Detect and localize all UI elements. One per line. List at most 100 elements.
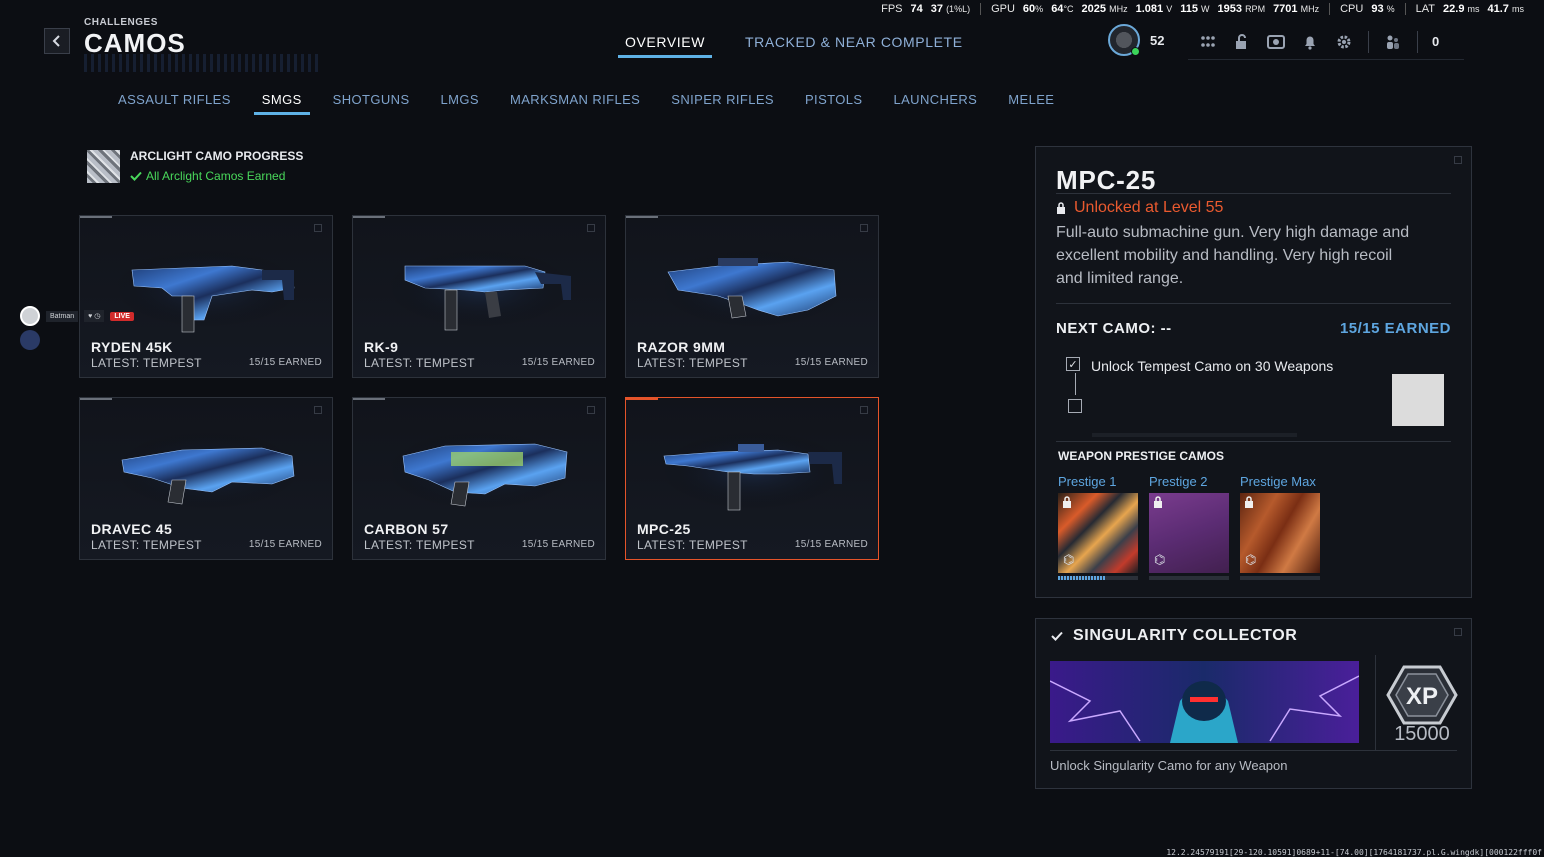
- tab-tracked[interactable]: TRACKED & NEAR COMPLETE: [738, 34, 970, 58]
- cpu-label: CPU: [1340, 3, 1364, 15]
- gear-icon[interactable]: [1334, 32, 1354, 52]
- viewer-avatar: [20, 330, 40, 350]
- singularity-header: SINGULARITY COLLECTOR: [1051, 627, 1297, 645]
- heart-icon: ♥ ◷: [84, 310, 105, 322]
- tab-overview[interactable]: OVERVIEW: [618, 34, 713, 58]
- bell-icon[interactable]: [1300, 32, 1320, 52]
- arclight-title: ARCLIGHT CAMO PROGRESS: [130, 149, 304, 163]
- xp-reward: 15000: [1394, 723, 1450, 745]
- back-button[interactable]: [44, 28, 70, 54]
- weapon-name: CARBON 57: [364, 521, 449, 537]
- unlock-icon[interactable]: [1232, 32, 1252, 52]
- singularity-banner-image: [1050, 661, 1359, 743]
- gpu-mem: 7701: [1273, 3, 1298, 15]
- weapon-latest-camo: LATEST: TEMPEST: [364, 356, 475, 370]
- singularity-title: SINGULARITY COLLECTOR: [1073, 627, 1298, 644]
- gpu-temp: 64: [1051, 3, 1064, 15]
- lat-label: LAT: [1415, 3, 1436, 15]
- checkbox-checked[interactable]: ✓: [1066, 357, 1080, 371]
- tab-lmgs[interactable]: LMGS: [433, 92, 487, 115]
- chevron-left-icon: [52, 35, 60, 47]
- gpu-power: 115: [1180, 3, 1198, 15]
- divider: [1056, 303, 1451, 304]
- tab-smgs[interactable]: SMGS: [253, 92, 310, 115]
- divider: [1368, 30, 1369, 53]
- challenge-tracker: ✓: [1066, 357, 1082, 413]
- tab-assault-rifles[interactable]: ASSAULT RIFLES: [110, 92, 239, 115]
- unlock-text: Unlocked at Level 55: [1074, 199, 1224, 216]
- arclight-status: All Arclight Camos Earned: [130, 169, 303, 183]
- divider: [1056, 193, 1451, 194]
- avatar[interactable]: [1108, 24, 1140, 56]
- weapon-card-ryden-45k[interactable]: RYDEN 45K LATEST: TEMPEST 15/15 EARNED: [79, 215, 333, 378]
- weapon-latest-camo: LATEST: TEMPEST: [91, 356, 202, 370]
- prestige-2-camo[interactable]: Prestige 2 ⌬: [1149, 474, 1229, 580]
- tab-pistols[interactable]: PISTOLS: [797, 92, 870, 115]
- lat2-unit: ms: [1512, 4, 1524, 14]
- weapon-earned: 15/15 EARNED: [248, 539, 322, 550]
- weapon-earned: 15/15 EARNED: [521, 357, 595, 368]
- gpu-volt: 1.081: [1135, 3, 1164, 15]
- tab-launchers[interactable]: LAUNCHERS: [885, 92, 985, 115]
- challenge-text: Unlock Tempest Camo on 30 Weapons: [1091, 358, 1334, 374]
- checkbox-unchecked[interactable]: [1068, 399, 1082, 413]
- arclight-camo-thumbnail: [87, 149, 120, 183]
- menu-grid-icon[interactable]: [1198, 32, 1218, 52]
- weapon-card-carbon-57[interactable]: CARBON 57 LATEST: TEMPEST 15/15 EARNED: [352, 397, 606, 560]
- lock-icon: [1063, 496, 1071, 508]
- lock-icon: [1154, 496, 1162, 508]
- xp-badge-text: XP: [1406, 683, 1438, 710]
- checkmark-icon: [130, 171, 142, 181]
- gpu-load-unit: %: [1035, 4, 1044, 14]
- card-accent: [80, 398, 112, 400]
- divider: [1050, 750, 1457, 751]
- prestige-2-image: ⌬: [1149, 493, 1229, 573]
- store-icon[interactable]: [1266, 32, 1286, 52]
- weapon-category-tabs: ASSAULT RIFLES SMGS SHOTGUNS LMGS MARKSM…: [110, 92, 1077, 115]
- streamer-avatar: [20, 306, 40, 326]
- card-corner-icon: [587, 224, 595, 232]
- tab-melee[interactable]: MELEE: [1000, 92, 1062, 115]
- card-accent: [353, 216, 385, 218]
- prestige-max-camo[interactable]: Prestige Max ⌬: [1240, 474, 1320, 580]
- divider: [1417, 30, 1418, 53]
- singularity-collector-panel[interactable]: SINGULARITY COLLECTOR XP 15000 Unlock Si…: [1035, 618, 1472, 789]
- breadcrumb: CHALLENGES: [84, 17, 158, 28]
- prestige-icon: ⌬: [1154, 552, 1166, 567]
- debug-build-string: 12.2.24579191[29-120.10591]0689+11-[74.0…: [1166, 848, 1542, 857]
- gpu-label: GPU: [991, 3, 1015, 15]
- arclight-progress[interactable]: ARCLIGHT CAMO PROGRESS All Arclight Camo…: [87, 149, 303, 183]
- arclight-status-text: All Arclight Camos Earned: [146, 169, 286, 183]
- weapon-image: [112, 430, 302, 510]
- weapon-image: [112, 248, 302, 333]
- weapon-description: Full-auto submachine gun. Very high dama…: [1056, 224, 1410, 287]
- player-info[interactable]: 52: [1108, 24, 1164, 56]
- weapon-card-rk-9[interactable]: RK-9 LATEST: TEMPEST 15/15 EARNED: [352, 215, 606, 378]
- tab-sniper-rifles[interactable]: SNIPER RIFLES: [663, 92, 782, 115]
- card-corner-icon: [314, 224, 322, 232]
- weapon-name: RAZOR 9MM: [637, 339, 726, 355]
- party-icon[interactable]: [1383, 32, 1403, 52]
- weapon-card-dravec-45[interactable]: DRAVEC 45 LATEST: TEMPEST 15/15 EARNED: [79, 397, 333, 560]
- online-status-icon: [1131, 47, 1140, 56]
- gpu-mem-unit: MHz: [1300, 4, 1320, 14]
- weapon-card-mpc-25[interactable]: MPC-25 LATEST: TEMPEST 15/15 EARNED: [625, 397, 879, 560]
- weapon-card-razor-9mm[interactable]: RAZOR 9MM LATEST: TEMPEST 15/15 EARNED: [625, 215, 879, 378]
- card-accent: [626, 216, 658, 218]
- weapon-latest-camo: LATEST: TEMPEST: [637, 538, 748, 552]
- tab-marksman-rifles[interactable]: MARKSMAN RIFLES: [502, 92, 648, 115]
- streamer-name: Batman: [46, 310, 79, 322]
- weapon-name: MPC-25: [637, 521, 691, 537]
- weapon-latest-camo: LATEST: TEMPEST: [637, 356, 748, 370]
- prestige-1-camo[interactable]: Prestige 1 ⌬: [1058, 474, 1138, 580]
- prestige-icon: ⌬: [1245, 552, 1257, 567]
- tab-shotguns[interactable]: SHOTGUNS: [325, 92, 418, 115]
- performance-overlay: FPS 74 37 (1%L) GPU 60% 64°C 2025 MHz 1.…: [871, 3, 1534, 15]
- prestige-max-image: ⌬: [1240, 493, 1320, 573]
- top-tabs: OVERVIEW TRACKED & NEAR COMPLETE: [618, 34, 970, 58]
- gpu-readout: GPU 60% 64°C 2025 MHz 1.081 V 115 W 1953…: [980, 3, 1329, 15]
- card-accent: [80, 216, 112, 218]
- header-icon-bar: 0: [1188, 24, 1464, 60]
- prestige-title: WEAPON PRESTIGE CAMOS: [1058, 449, 1225, 463]
- card-corner-icon: [860, 406, 868, 414]
